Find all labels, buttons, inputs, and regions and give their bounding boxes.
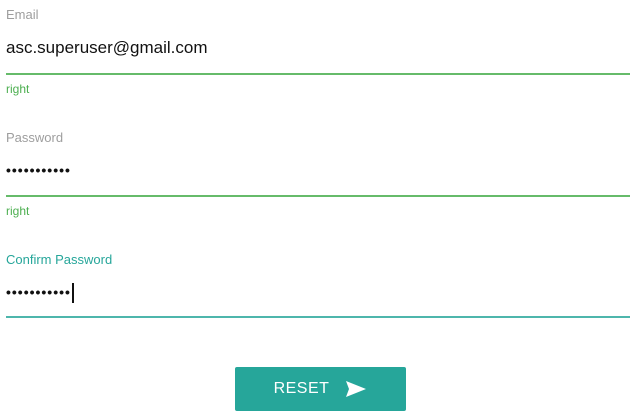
- confirm-password-value: •••••••••••: [6, 284, 71, 300]
- confirm-password-input[interactable]: •••••••••••: [6, 281, 74, 304]
- text-caret: [71, 283, 74, 304]
- reset-button-label: RESET: [273, 380, 330, 397]
- send-icon: [345, 380, 367, 398]
- reset-button[interactable]: RESET: [235, 367, 406, 411]
- confirm-password-field-group: Confirm Password •••••••••••: [6, 0, 630, 330]
- confirm-password-underline: [6, 316, 630, 318]
- confirm-password-label: Confirm Password: [6, 252, 113, 267]
